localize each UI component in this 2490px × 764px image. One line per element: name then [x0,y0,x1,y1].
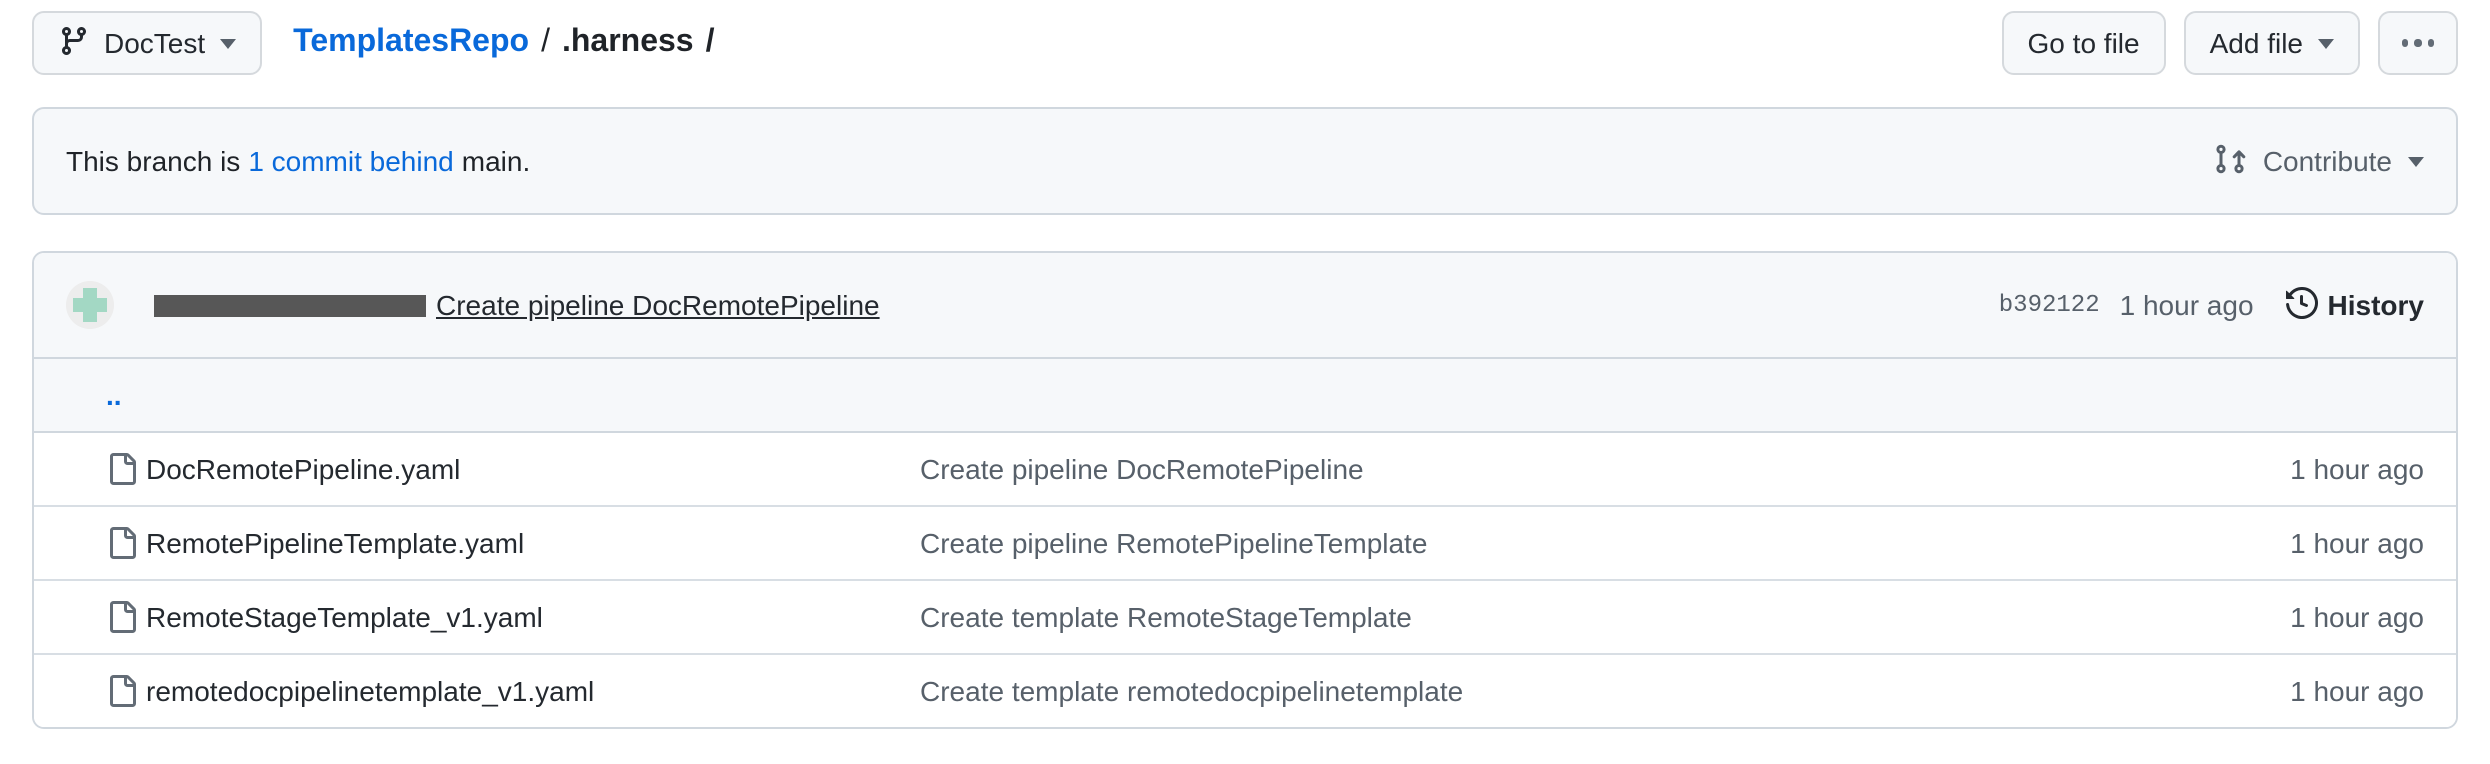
history-label: History [2328,289,2424,321]
file-name-link[interactable]: RemotePipelineTemplate.yaml [146,527,524,559]
more-options-button[interactable] [2377,11,2458,75]
breadcrumb: TemplatesRepo / .harness / [293,25,714,61]
table-row[interactable]: DocRemotePipeline.yaml Create pipeline D… [34,433,2456,505]
breadcrumb-current-dir: .harness [562,25,694,61]
file-name-link[interactable]: RemoteStageTemplate_v1.yaml [146,601,543,633]
file-commit-message-link[interactable]: Create template remotedocpipelinetemplat… [920,675,1463,707]
branch-status-after: main. [462,145,530,177]
table-row[interactable]: RemoteStageTemplate_v1.yaml Create templ… [34,579,2456,653]
kebab-horizontal-icon [2414,40,2421,47]
file-icon [106,453,138,485]
file-age: 1 hour ago [2290,601,2424,633]
git-pull-request-icon [2215,142,2247,180]
file-name-link[interactable]: DocRemotePipeline.yaml [146,453,460,485]
file-commit-message-link[interactable]: Create pipeline DocRemotePipeline [920,453,1364,485]
add-file-button[interactable]: Add file [2184,11,2359,75]
contribute-button[interactable]: Contribute [2215,142,2424,180]
kebab-horizontal-icon [2401,40,2408,47]
kebab-horizontal-icon [2427,40,2434,47]
parent-directory-row[interactable]: .. [34,359,2456,433]
breadcrumb-separator: / [541,25,550,61]
breadcrumb-repo-link[interactable]: TemplatesRepo [293,25,529,61]
triangle-down-icon [2317,38,2333,48]
table-row[interactable]: RemotePipelineTemplate.yaml Create pipel… [34,505,2456,579]
history-clock-icon [2286,286,2318,324]
file-age: 1 hour ago [2290,453,2424,485]
git-branch-icon [58,24,90,62]
file-commit-message-link[interactable]: Create pipeline RemotePipelineTemplate [920,527,1427,559]
committer-avatar[interactable] [66,281,114,329]
branch-status-banner: This branch is 1 commit behind main. Con… [32,107,2458,215]
triangle-down-icon [219,38,235,48]
file-icon [106,675,138,707]
commits-behind-link[interactable]: 1 commit behind [248,145,453,177]
file-browser: Create pipeline DocRemotePipeline b39212… [32,251,2458,729]
latest-commit-header: Create pipeline DocRemotePipeline b39212… [34,253,2456,359]
triangle-down-icon [2408,156,2424,166]
go-to-file-label: Go to file [2028,27,2140,59]
go-to-file-button[interactable]: Go to file [2002,11,2166,75]
breadcrumb-trailing-separator: / [706,25,715,61]
file-age: 1 hour ago [2290,527,2424,559]
table-row[interactable]: remotedocpipelinetemplate_v1.yaml Create… [34,653,2456,727]
history-button[interactable]: History [2286,286,2424,324]
topbar-actions: Go to file Add file [2002,11,2458,75]
repo-file-browser-page: DocTest TemplatesRepo / .harness / Go to… [0,11,2490,764]
latest-commit-message[interactable]: Create pipeline DocRemotePipeline [436,289,880,321]
file-commit-message-link[interactable]: Create template RemoteStageTemplate [920,601,1412,633]
file-navigation-bar: DocTest TemplatesRepo / .harness / Go to… [32,11,2458,75]
redacted-username [154,294,426,316]
branch-status-text: This branch is 1 commit behind main. [66,145,530,177]
commit-sha-link[interactable]: b392122 [1999,291,2100,319]
file-name-link[interactable]: remotedocpipelinetemplate_v1.yaml [146,675,594,707]
branch-selector-label: DocTest [104,27,205,59]
add-file-label: Add file [2210,27,2303,59]
file-age: 1 hour ago [2290,675,2424,707]
latest-commit-meta: b392122 1 hour ago History [1999,286,2424,324]
commit-time: 1 hour ago [2120,289,2254,321]
file-icon [106,601,138,633]
branch-status-before: This branch is [66,145,240,177]
parent-directory-link[interactable]: .. [106,379,122,411]
file-icon [106,527,138,559]
contribute-label: Contribute [2263,145,2392,177]
branch-selector-button[interactable]: DocTest [32,11,261,75]
